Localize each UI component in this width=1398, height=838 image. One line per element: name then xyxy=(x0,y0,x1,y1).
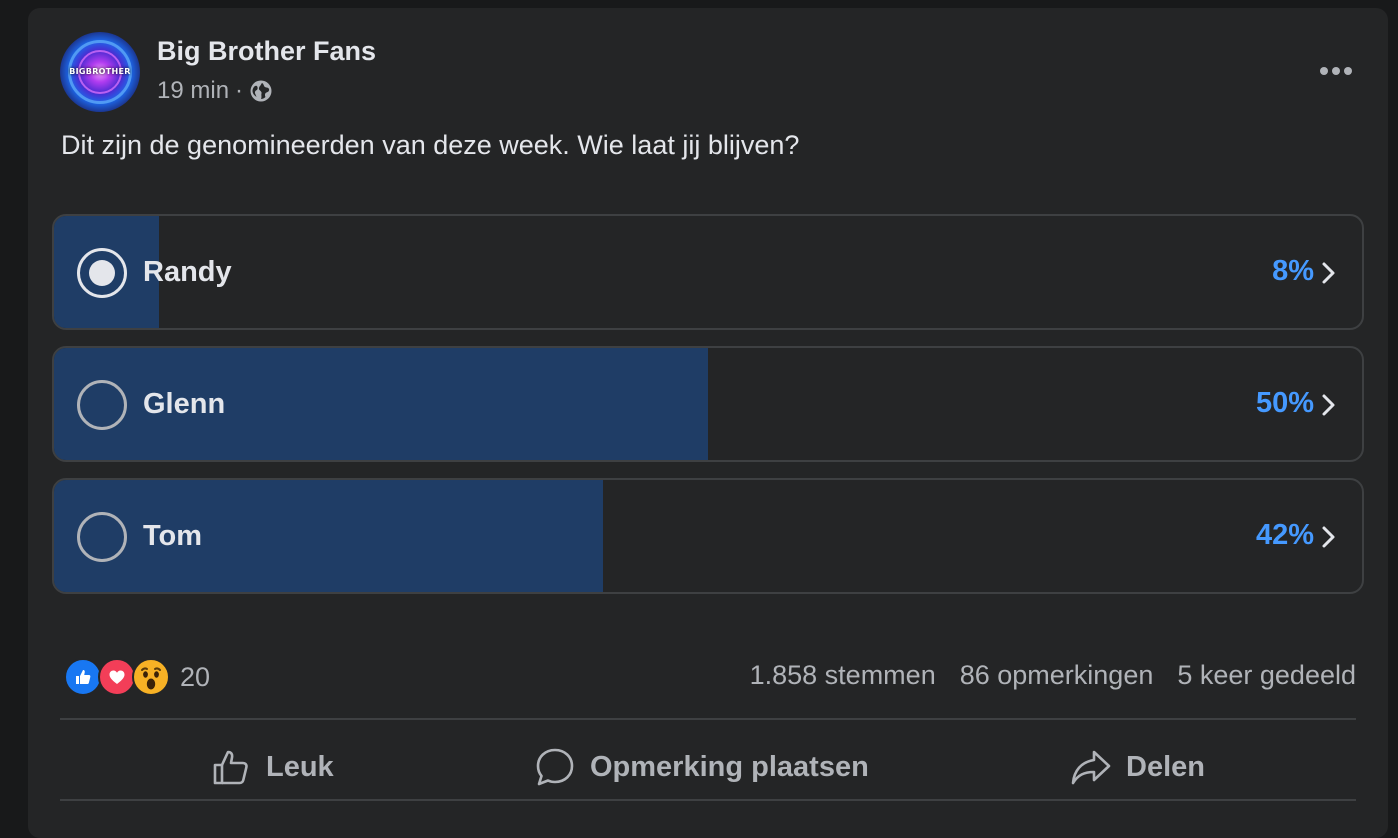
more-dot xyxy=(1332,67,1340,75)
comment-bubble-icon xyxy=(536,748,574,786)
share-button-label: Delen xyxy=(1126,750,1205,783)
post-time[interactable]: 19 min xyxy=(157,77,229,105)
votes-count-link[interactable]: 1.858 stemmen xyxy=(750,660,936,691)
like-button-label: Leuk xyxy=(266,750,334,783)
more-dot xyxy=(1344,67,1352,75)
divider xyxy=(60,799,1356,801)
chevron-right-icon[interactable] xyxy=(1320,524,1338,550)
poll-option-tom[interactable]: Tom 42% xyxy=(52,478,1364,594)
action-bar: Leuk Opmerking plaatsen Delen xyxy=(60,726,1356,808)
chevron-right-icon[interactable] xyxy=(1320,260,1338,286)
poll-option-percent: 50% xyxy=(1255,387,1314,419)
divider xyxy=(60,718,1356,720)
post-header: BIGBROTHER Big Brother Fans 19 min · xyxy=(60,32,1356,112)
poll-radio-selected[interactable] xyxy=(77,248,127,298)
reaction-count: 20 xyxy=(180,661,211,692)
page-avatar[interactable]: BIGBROTHER xyxy=(60,32,140,112)
poll-option-label: Glenn xyxy=(143,388,226,420)
poll-fill-bar xyxy=(54,480,604,592)
poll-option-percent: 8% xyxy=(1272,255,1314,287)
like-icon xyxy=(64,658,102,696)
poll-radio[interactable] xyxy=(77,380,127,430)
meta-separator: · xyxy=(235,77,244,104)
globe-icon[interactable] xyxy=(249,79,273,103)
poll-radio[interactable] xyxy=(77,512,127,562)
comment-button-label: Opmerking plaatsen xyxy=(590,750,869,783)
wow-icon xyxy=(132,658,170,696)
poll-option-label: Tom xyxy=(143,520,203,552)
avatar-logo-text: BIGBROTHER xyxy=(69,67,131,76)
share-button[interactable]: Delen xyxy=(1070,726,1205,808)
post-stats: 1.858 stemmen 86 opmerkingen 5 keer gede… xyxy=(750,660,1356,691)
like-button[interactable]: Leuk xyxy=(210,726,334,808)
shares-count-link[interactable]: 5 keer gedeeld xyxy=(1177,660,1356,691)
poll-option-glenn[interactable]: Glenn 50% xyxy=(52,346,1364,462)
post-card: BIGBROTHER Big Brother Fans 19 min · Dit… xyxy=(28,8,1388,838)
share-arrow-icon xyxy=(1071,750,1111,785)
thumbs-up-icon xyxy=(213,750,248,785)
poll-option-label: Randy xyxy=(143,256,232,288)
post-meta: 19 min · xyxy=(157,77,273,105)
more-dot xyxy=(1320,67,1328,75)
more-options-icon[interactable] xyxy=(1316,54,1356,88)
love-icon xyxy=(98,658,136,696)
page-name-link[interactable]: Big Brother Fans xyxy=(157,36,376,67)
poll-option-randy[interactable]: Randy 8% xyxy=(52,214,1364,330)
chevron-right-icon[interactable] xyxy=(1320,392,1338,418)
poll-option-percent: 42% xyxy=(1255,519,1314,551)
reactions-summary[interactable]: 20 xyxy=(64,658,210,696)
post-text: Dit zijn de genomineerden van deze week.… xyxy=(61,130,800,160)
comment-button[interactable]: Opmerking plaatsen xyxy=(534,726,869,808)
comments-count-link[interactable]: 86 opmerkingen xyxy=(960,660,1154,691)
